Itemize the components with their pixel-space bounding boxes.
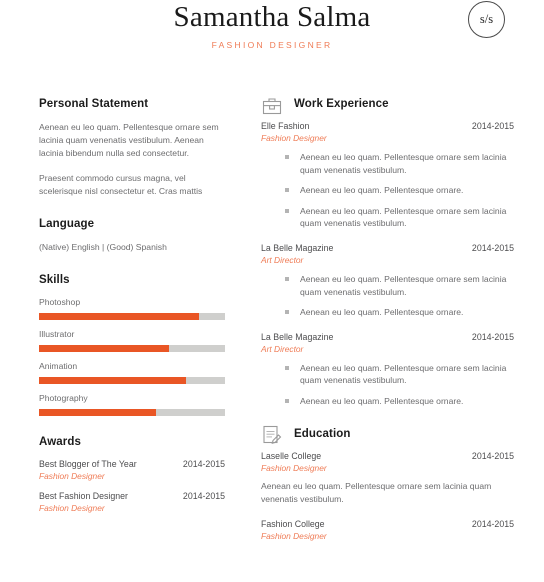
entry-date: 2014-2015	[182, 459, 225, 470]
education-list: Laselle College 2014-2015 Fashion Designer…	[261, 451, 514, 541]
skill-bar-fill	[39, 409, 157, 417]
section-skills: Skills Photoshop Illustrator Animation Phot…	[39, 274, 225, 417]
list-item: Aenean eu leo quam. Pellentesque ornare.	[285, 184, 514, 197]
skill-item: Illustrator	[39, 329, 225, 353]
left-column: Personal Statement Aenean eu leo quam. P…	[0, 98, 225, 561]
resume-body: Personal Statement Aenean eu leo quam. P…	[0, 62, 544, 561]
entry-subtitle: Fashion Designer	[39, 471, 105, 482]
entry-subtitle: Fashion Designer	[39, 503, 105, 514]
education-heading: Education	[294, 427, 351, 440]
awards-list: Best Blogger of The Year 2014-2015 Fashion…	[39, 459, 225, 513]
header-tagline: FASHION DESIGNER	[211, 40, 333, 50]
list-item: Aenean eu leo quam. Pellentesque ornare …	[285, 205, 514, 230]
briefcase-icon	[261, 95, 283, 117]
entry-date: 2014-2015	[471, 518, 514, 529]
monogram-text: s/s	[479, 12, 494, 26]
entry-title: Laselle College	[261, 450, 322, 461]
entry-header: Fashion College 2014-2015	[261, 519, 514, 529]
entry-subtitle: Fashion Designer	[261, 530, 327, 541]
section-work-experience: Work Experience Elle Fashion 2014-2015 Fas…	[261, 98, 514, 408]
document-pen-icon	[261, 424, 283, 446]
entry-date: 2014-2015	[471, 450, 514, 461]
list-item: Aenean eu leo quam. Pellentesque ornare.	[285, 395, 514, 408]
skill-bar-track	[39, 313, 225, 321]
section-personal-statement: Personal Statement Aenean eu leo quam. P…	[39, 98, 225, 198]
award-item: Best Fashion Designer 2014-2015 Fashion De…	[39, 491, 225, 513]
entry-header: Best Blogger of The Year 2014-2015	[39, 459, 225, 469]
skill-bar-fill	[39, 377, 186, 385]
language-heading: Language	[39, 218, 95, 231]
entry-bullet-list: Aenean eu leo quam. Pellentesque ornare …	[261, 362, 514, 408]
entry-subtitle: Art Director	[261, 343, 304, 354]
entry-subtitle: Fashion Designer	[261, 133, 327, 143]
personal-statement-paragraph: Aenean eu leo quam. Pellentesque ornare …	[39, 122, 219, 159]
work-item: La Belle Magazine 2014-2015 Art Director Ae…	[261, 332, 514, 408]
section-language: Language (Native) English | (Good) Spani…	[39, 218, 225, 254]
entry-title: La Belle Magazine	[261, 331, 334, 342]
entry-header: Elle Fashion 2014-2015	[261, 121, 514, 131]
award-item: Best Blogger of The Year 2014-2015 Fashion…	[39, 459, 225, 481]
entry-bullet-list: Aenean eu leo quam. Pellentesque ornare …	[261, 273, 514, 319]
skill-label: Animation	[39, 361, 78, 372]
personal-statement-heading: Personal Statement	[39, 98, 149, 110]
list-item: Aenean eu leo quam. Pellentesque ornare …	[285, 362, 514, 387]
entry-title: La Belle Magazine	[261, 242, 334, 253]
right-column: Work Experience Elle Fashion 2014-2015 Fas…	[225, 98, 544, 561]
work-experience-heading: Work Experience	[294, 98, 389, 110]
section-awards: Awards Best Blogger of The Year 2014-2015…	[39, 436, 225, 513]
awards-heading: Awards	[39, 436, 81, 449]
work-experience-list: Elle Fashion 2014-2015 Fashion Designer Aen…	[261, 121, 514, 408]
skill-bar-track	[39, 409, 225, 417]
entry-date: 2014-2015	[182, 491, 225, 502]
education-item: Fashion College 2014-2015 Fashion Designer	[261, 519, 514, 541]
skills-heading: Skills	[39, 274, 70, 287]
personal-statement-paragraph: Praesent commodo cursus magna, vel scele…	[39, 172, 203, 196]
skill-bar-fill	[39, 313, 199, 321]
entry-header: Best Fashion Designer 2014-2015	[39, 491, 225, 501]
education-item: Laselle College 2014-2015 Fashion Designer…	[261, 451, 514, 506]
skill-item: Photoshop	[39, 297, 225, 321]
skill-label: Illustrator	[39, 329, 75, 340]
entry-date: 2014-2015	[471, 121, 514, 131]
skill-bar-track	[39, 345, 225, 353]
resume-header: Samantha Salma FASHION DESIGNER s/s	[0, 0, 544, 62]
work-item: La Belle Magazine 2014-2015 Art Director Ae…	[261, 243, 514, 319]
entry-title: Best Fashion Designer	[39, 491, 128, 502]
language-value: (Native) English | (Good) Spanish	[39, 242, 167, 253]
entry-title: Best Blogger of The Year	[39, 459, 137, 470]
skills-list: Photoshop Illustrator Animation Photography	[39, 297, 225, 417]
skill-label: Photography	[39, 393, 88, 404]
list-item: Aenean eu leo quam. Pellentesque ornare …	[285, 273, 514, 298]
skill-label: Photoshop	[39, 297, 81, 308]
entry-header: La Belle Magazine 2014-2015	[261, 243, 514, 253]
entry-title: Elle Fashion	[261, 121, 310, 131]
page-title: Samantha Salma	[173, 1, 371, 33]
entry-title: Fashion College	[261, 518, 325, 529]
entry-date: 2014-2015	[471, 242, 514, 253]
entry-subtitle: Art Director	[261, 254, 304, 265]
list-item: Aenean eu leo quam. Pellentesque ornare.	[285, 306, 514, 319]
monogram-logo: s/s	[468, 1, 505, 38]
entry-header: Laselle College 2014-2015	[261, 451, 514, 461]
entry-bullet-list: Aenean eu leo quam. Pellentesque ornare …	[261, 151, 514, 230]
work-item: Elle Fashion 2014-2015 Fashion Designer Aen…	[261, 121, 514, 230]
skill-item: Photography	[39, 393, 225, 417]
entry-date: 2014-2015	[471, 331, 514, 342]
list-item: Aenean eu leo quam. Pellentesque ornare …	[285, 151, 514, 176]
skill-bar-fill	[39, 345, 170, 353]
skill-item: Animation	[39, 361, 225, 385]
entry-subtitle: Fashion Designer	[261, 462, 327, 473]
entry-description: Aenean eu leo quam. Pellentesque ornare …	[261, 480, 492, 504]
skill-bar-track	[39, 377, 225, 385]
section-education: Education Laselle College 2014-2015 Fashio…	[261, 425, 514, 541]
entry-header: La Belle Magazine 2014-2015	[261, 332, 514, 342]
